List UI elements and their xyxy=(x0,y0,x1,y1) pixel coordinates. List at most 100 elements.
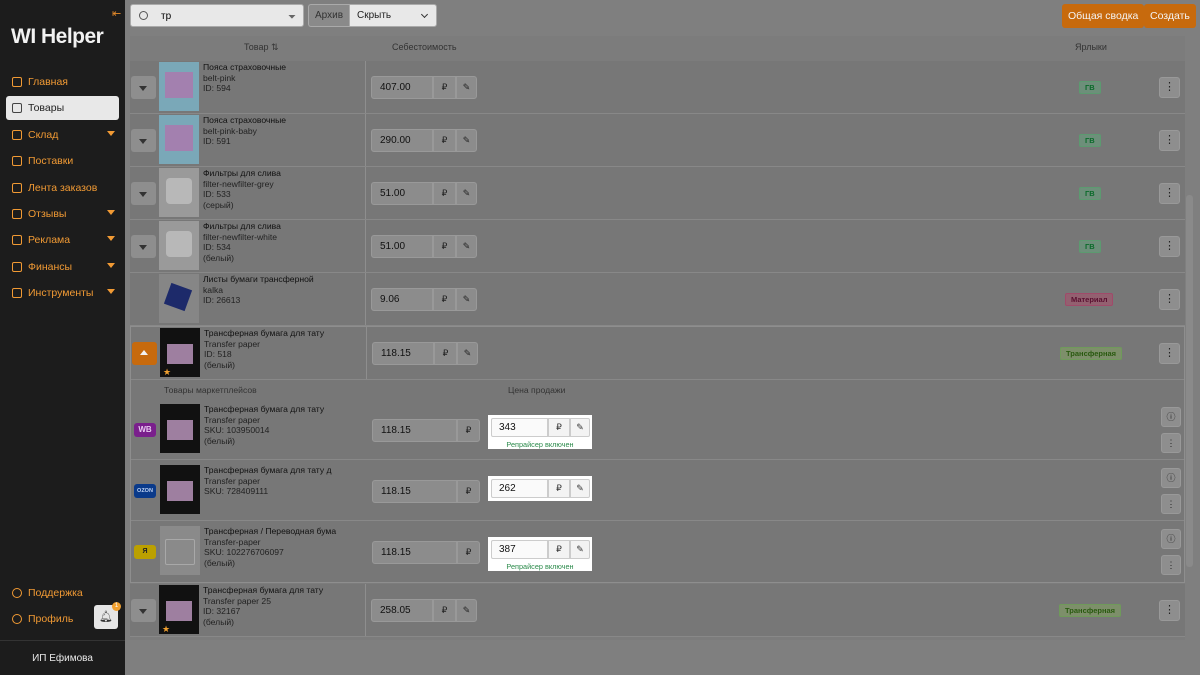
product-variant: (белый) xyxy=(204,435,236,446)
expand-toggle[interactable] xyxy=(131,129,156,152)
cost-input[interactable]: 118.15 xyxy=(372,342,434,365)
sidebar-item-home[interactable]: Главная xyxy=(6,70,119,94)
more-options-button[interactable]: ⋮ xyxy=(1159,183,1180,204)
sale-price-input[interactable]: 387 xyxy=(491,540,548,559)
home-icon xyxy=(12,77,22,87)
sidebar-item-warehouse[interactable]: Склад xyxy=(6,123,119,147)
more-options-button[interactable]: ⋮ xyxy=(1159,77,1180,98)
search-input[interactable] xyxy=(161,8,281,24)
edit-icon[interactable]: ✎ xyxy=(570,540,590,559)
edit-icon[interactable]: ✎ xyxy=(570,418,590,437)
chevron-down-icon xyxy=(107,130,115,136)
product-variant: (белый) xyxy=(204,359,236,370)
more-options-button[interactable]: ⋮ xyxy=(1159,130,1180,151)
sidebar-item-support[interactable]: Поддержка xyxy=(6,581,119,605)
filter-icon[interactable]: ⏷ xyxy=(288,12,296,23)
product-info: Пояса страховочные belt-pink ID: 594 xyxy=(203,62,353,94)
column-product[interactable]: Товар ⇅ xyxy=(244,42,279,53)
collapse-sidebar-icon[interactable]: ⇤ xyxy=(112,7,121,20)
cost-input[interactable]: 51.00 xyxy=(371,182,433,205)
edit-icon[interactable]: ✎ xyxy=(456,76,477,99)
product-sku: belt-pink xyxy=(203,72,236,83)
table-row: Фильтры для слива filter-newfilter-white… xyxy=(130,220,1185,273)
edit-icon[interactable]: ✎ xyxy=(570,479,590,498)
edit-icon[interactable]: ✎ xyxy=(456,288,477,311)
chevron-down-icon xyxy=(107,236,115,242)
expand-toggle[interactable] xyxy=(131,76,156,99)
sidebar-item-label: Поддержка xyxy=(28,587,83,599)
edit-icon[interactable]: ✎ xyxy=(456,129,477,152)
label-badge: ГВ xyxy=(1079,187,1101,200)
chevron-down-icon xyxy=(107,289,115,295)
cost-input[interactable]: 407.00 xyxy=(371,76,433,99)
info-icon[interactable]: ⓘ xyxy=(1161,468,1181,488)
cost-value: 118.15 xyxy=(372,419,457,442)
sidebar-item-tools[interactable]: Инструменты xyxy=(6,281,119,305)
product-name: Трансферная бумага для тату д xyxy=(204,465,332,475)
sidebar-item-finance[interactable]: Финансы xyxy=(6,255,119,279)
more-options-button[interactable]: ⋮ xyxy=(1159,289,1180,310)
more-options-button[interactable]: ⋮ xyxy=(1161,433,1181,453)
more-options-button[interactable]: ⋮ xyxy=(1159,343,1180,364)
expand-toggle[interactable] xyxy=(131,599,156,622)
create-button[interactable]: Создать xyxy=(1144,4,1196,28)
more-options-button[interactable]: ⋮ xyxy=(1161,494,1181,514)
product-name: Фильтры для слива xyxy=(203,168,281,178)
edit-icon[interactable]: ✎ xyxy=(456,599,477,622)
wildberries-icon: WB xyxy=(134,423,156,437)
archive-label: Архив xyxy=(308,4,349,27)
expand-toggle[interactable] xyxy=(131,182,156,205)
notifications-button[interactable]: 🔔︎ 1 xyxy=(94,602,121,629)
sale-price-input[interactable]: 262 xyxy=(491,479,548,498)
sidebar-item-ads[interactable]: Реклама xyxy=(6,228,119,252)
info-icon[interactable]: ⓘ xyxy=(1161,407,1181,427)
chevron-down-icon xyxy=(107,209,115,215)
cost-input[interactable]: 290.00 xyxy=(371,129,433,152)
warehouse-icon xyxy=(12,129,22,140)
chevron-down-icon xyxy=(420,10,429,19)
column-cost: Себестоимость xyxy=(392,42,457,52)
currency-label: ₽ xyxy=(433,76,456,99)
archive-select[interactable]: Скрыть xyxy=(349,4,437,27)
notification-badge: 1 xyxy=(112,602,121,611)
cost-field: 258.05 ₽ ✎ xyxy=(371,599,477,622)
cost-input[interactable]: 9.06 xyxy=(371,288,433,311)
cost-input[interactable]: 258.05 xyxy=(371,599,433,622)
info-icon[interactable]: ⓘ xyxy=(1161,529,1181,549)
currency-label: ₽ xyxy=(457,480,480,503)
product-sku: filter-newfilter-white xyxy=(203,231,278,242)
product-name: Трансферная бумага для тату xyxy=(204,328,325,338)
edit-icon[interactable]: ✎ xyxy=(456,182,477,205)
sidebar-item-label: Главная xyxy=(28,76,68,88)
more-options-button[interactable]: ⋮ xyxy=(1161,555,1181,575)
table-row: Пояса страховочные belt-pink-baby ID: 59… xyxy=(130,114,1185,167)
collapse-toggle[interactable] xyxy=(132,342,157,365)
more-options-button[interactable]: ⋮ xyxy=(1159,600,1180,621)
chart-icon xyxy=(12,235,22,246)
edit-icon[interactable]: ✎ xyxy=(457,342,478,365)
product-sku: kalka xyxy=(203,284,224,295)
chevron-down-icon xyxy=(139,609,147,614)
edit-icon[interactable]: ✎ xyxy=(456,235,477,258)
cost-input[interactable]: 51.00 xyxy=(371,235,433,258)
vertical-scrollbar[interactable] xyxy=(1186,195,1193,567)
product-sku: belt-pink-baby xyxy=(203,125,257,136)
currency-label: ₽ xyxy=(433,129,456,152)
sale-price-input[interactable]: 343 xyxy=(491,418,548,437)
summary-button[interactable]: Общая сводка xyxy=(1062,4,1145,28)
product-variant: (белый) xyxy=(203,252,235,263)
product-image xyxy=(159,274,199,323)
expand-toggle[interactable] xyxy=(131,235,156,258)
sidebar-item-reviews[interactable]: Отзывы xyxy=(6,202,119,226)
sale-price-field: 387 ₽ ✎ xyxy=(488,537,592,562)
more-options-button[interactable]: ⋮ xyxy=(1159,236,1180,257)
repricer-status: Репрайсер включен xyxy=(488,562,592,571)
product-id: ID: 518 xyxy=(204,349,232,359)
sidebar-item-supplies[interactable]: Поставки xyxy=(6,149,119,173)
product-info: Фильтры для слива filter-newfilter-white… xyxy=(203,221,353,263)
sidebar-item-orders-feed[interactable]: Лента заказов xyxy=(6,176,119,200)
product-sku: Transfer paper xyxy=(204,414,261,425)
chevron-down-icon xyxy=(139,86,147,91)
sidebar-item-products[interactable]: Товары xyxy=(6,96,119,121)
repricer-status: Репрайсер включен xyxy=(488,440,592,449)
